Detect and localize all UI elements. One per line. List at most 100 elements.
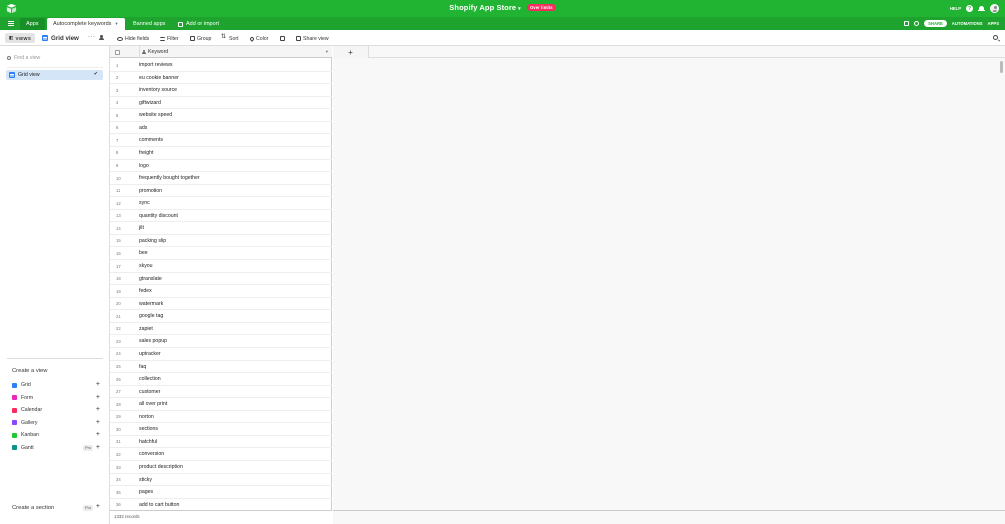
share-view-button[interactable]: Share view	[296, 34, 329, 43]
over-limits-badge[interactable]: Over limits	[526, 4, 556, 11]
table-row[interactable]: 13 quantity discount	[110, 210, 332, 223]
current-view-name[interactable]: Grid view	[42, 33, 79, 43]
keyword-cell[interactable]: zapiet	[139, 326, 153, 332]
table-row[interactable]: 4 giftwizard	[110, 97, 332, 110]
table-row[interactable]: 21 google tag	[110, 310, 332, 323]
table-row[interactable]: 3 inventory source	[110, 84, 332, 97]
create-form-view[interactable]: Form +	[12, 392, 102, 405]
sidebar-item-grid-view[interactable]: Grid view ✔	[6, 70, 103, 80]
table-row[interactable]: 6 ads	[110, 122, 332, 135]
keyword-cell[interactable]: sales popup	[139, 338, 167, 344]
keyword-cell[interactable]: all over print	[139, 401, 167, 407]
mobile-icon[interactable]	[904, 21, 910, 26]
keyword-cell[interactable]: ads	[139, 125, 147, 131]
plus-icon[interactable]: +	[96, 419, 100, 426]
hamburger-menu-icon[interactable]	[8, 21, 14, 26]
table-row[interactable]: 8 freight	[110, 147, 332, 160]
create-grid-view[interactable]: Grid +	[12, 379, 102, 392]
keyword-cell[interactable]: jilt	[139, 225, 144, 231]
table-row[interactable]: 27 customer	[110, 386, 332, 399]
share-button[interactable]: SHARE	[924, 20, 947, 27]
chevron-down-icon[interactable]: ▾	[115, 21, 117, 27]
table-row[interactable]: 25 faq	[110, 361, 332, 374]
tab-apps[interactable]: Apps	[20, 18, 45, 30]
keyword-cell[interactable]: add to cart button	[139, 502, 179, 508]
table-row[interactable]: 24 uptracker	[110, 348, 332, 361]
keyword-cell[interactable]: giftwizard	[139, 100, 161, 106]
row-height-button[interactable]	[280, 34, 285, 43]
keyword-cell[interactable]: gtranslate	[139, 276, 162, 282]
keyword-cell[interactable]: hatchful	[139, 439, 157, 445]
keyword-cell[interactable]: customer	[139, 389, 160, 395]
table-row[interactable]: 32 conversion	[110, 448, 332, 461]
table-row[interactable]: 35 pages	[110, 486, 332, 499]
keyword-cell[interactable]: conversion	[139, 451, 164, 457]
table-row[interactable]: 19 fedex	[110, 285, 332, 298]
table-row[interactable]: 26 collection	[110, 373, 332, 386]
create-calendar-view[interactable]: Calendar +	[12, 404, 102, 417]
keyword-cell[interactable]: product description	[139, 464, 183, 470]
keyword-cell[interactable]: sticky	[139, 477, 152, 483]
keyword-cell[interactable]: watermark	[139, 301, 163, 307]
plus-icon[interactable]: +	[96, 503, 100, 510]
table-row[interactable]: 9 logo	[110, 160, 332, 173]
more-options-icon[interactable]: ···	[88, 34, 96, 40]
plus-icon[interactable]: +	[96, 394, 100, 401]
keyword-cell[interactable]: collection	[139, 376, 161, 382]
hide-fields-button[interactable]: Hide fields	[117, 34, 149, 43]
table-row[interactable]: 33 product description	[110, 461, 332, 474]
table-row[interactable]: 17 skyou	[110, 260, 332, 273]
vertical-scrollbar[interactable]	[1000, 61, 1003, 73]
keyword-cell[interactable]: website speed	[139, 112, 172, 118]
create-gantt-view[interactable]: Gantt Pro +	[12, 442, 102, 455]
table-row[interactable]: 14 jilt	[110, 222, 332, 235]
table-row[interactable]: 23 sales popup	[110, 335, 332, 348]
keyword-cell[interactable]: quantity discount	[139, 213, 178, 219]
table-row[interactable]: 28 all over print	[110, 398, 332, 411]
keyword-cell[interactable]: uptracker	[139, 351, 161, 357]
filter-button[interactable]: Filter	[160, 34, 179, 43]
table-row[interactable]: 22 zapiet	[110, 323, 332, 336]
base-title[interactable]: Shopify App Store ▾ Over limits	[0, 3, 1005, 12]
plus-icon[interactable]: +	[96, 444, 100, 451]
keyword-cell[interactable]: comments	[139, 137, 163, 143]
keyword-cell[interactable]: sections	[139, 426, 158, 432]
keyword-cell[interactable]: import reviews	[139, 62, 172, 68]
find-view-input[interactable]	[14, 55, 94, 61]
plus-icon[interactable]: +	[96, 381, 100, 388]
color-button[interactable]: Color	[249, 34, 268, 43]
user-avatar[interactable]	[990, 4, 999, 13]
table-row[interactable]: 34 sticky	[110, 474, 332, 487]
history-icon[interactable]	[914, 21, 920, 26]
table-row[interactable]: 30 sections	[110, 423, 332, 436]
views-toggle-button[interactable]: ◧ VIEWS	[5, 33, 36, 43]
keyword-cell[interactable]: promotion	[139, 188, 162, 194]
sort-button[interactable]: Sort	[221, 33, 239, 43]
keyword-cell[interactable]: frequently bought together	[139, 175, 200, 181]
search-icon[interactable]	[993, 35, 998, 40]
chevron-down-icon[interactable]: ▾	[326, 49, 328, 55]
create-kanban-view[interactable]: Kanban +	[12, 429, 102, 442]
tab-autocomplete-keywords[interactable]: Autocomplete keywords ▾	[47, 18, 125, 30]
notifications-bell-icon[interactable]	[978, 5, 985, 12]
keyword-cell[interactable]: freight	[139, 150, 153, 156]
keyword-cell[interactable]: pages	[139, 489, 153, 495]
table-row[interactable]: 29 norton	[110, 411, 332, 424]
table-row[interactable]: 5 website speed	[110, 109, 332, 122]
table-row[interactable]: 11 promotion	[110, 185, 332, 198]
automations-button[interactable]: AUTOMATIONS	[952, 21, 983, 26]
select-all-checkbox[interactable]	[115, 49, 120, 55]
create-gallery-view[interactable]: Gallery +	[12, 417, 102, 430]
keyword-cell[interactable]: google tag	[139, 313, 163, 319]
base-title-text[interactable]: Shopify App Store	[449, 3, 516, 12]
table-row[interactable]: 18 gtranslate	[110, 273, 332, 286]
table-row[interactable]: 7 comments	[110, 134, 332, 147]
keyword-cell[interactable]: skyou	[139, 263, 153, 269]
keyword-cell[interactable]: bee	[139, 250, 148, 256]
help-icon[interactable]: ?	[966, 5, 973, 12]
table-row[interactable]: 16 bee	[110, 247, 332, 260]
keyword-cell[interactable]: fedex	[139, 288, 152, 294]
keyword-cell[interactable]: packing slip	[139, 238, 166, 244]
table-row[interactable]: 10 frequently bought together	[110, 172, 332, 185]
add-field-button[interactable]: +	[333, 46, 369, 58]
